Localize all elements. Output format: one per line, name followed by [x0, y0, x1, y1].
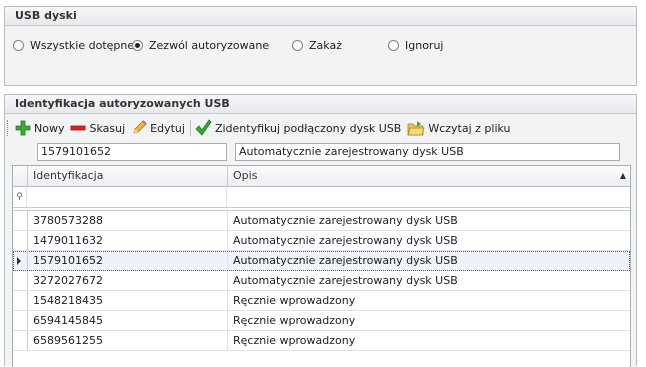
grid-rows: 3780573288 Automatycznie zarejestrowany d…: [13, 211, 630, 351]
table-row[interactable]: 1548218435 Ręcznie wprowadzony: [13, 291, 630, 311]
row-indicator[interactable]: [13, 211, 28, 230]
row-indicator[interactable]: [13, 231, 28, 250]
column-header-description-label: Opis: [233, 169, 258, 182]
cell-identification[interactable]: 6594145845: [28, 311, 228, 330]
table-row[interactable]: 3780573288 Automatycznie zarejestrowany d…: [13, 211, 630, 231]
cell-description[interactable]: Ręcznie wprowadzony: [228, 291, 630, 310]
checkmark-icon: [194, 119, 212, 137]
identify-usb-button[interactable]: Zidentyfikuj podłączony dysk USB: [194, 118, 401, 138]
table-row[interactable]: 6589561255 Ręcznie wprowadzony: [13, 331, 630, 351]
cell-identification[interactable]: 1579101652: [28, 251, 228, 270]
cell-description[interactable]: Automatycznie zarejestrowany dysk USB: [228, 231, 630, 250]
filter-cell-description[interactable]: [227, 187, 630, 207]
description-edit-field[interactable]: Automatycznie zarejestrowany dysk USB: [235, 143, 620, 161]
radio-all-available[interactable]: Wszystkie dotępne: [13, 39, 134, 52]
radio-circle-checked: [132, 40, 143, 51]
row-indicator[interactable]: [13, 291, 28, 310]
filter-icon: ⚲: [13, 187, 27, 207]
radio-label: Zezwól autoryzowane: [149, 39, 270, 52]
load-from-file-button[interactable]: Wczytaj z pliku: [407, 118, 511, 138]
load-from-file-label: Wczytaj z pliku: [428, 121, 511, 135]
row-indicator[interactable]: [13, 271, 28, 290]
authorized-usb-title: Identyfikacja autoryzowanych USB: [5, 95, 636, 114]
id-edit-field[interactable]: 1579101652: [37, 143, 227, 161]
new-button[interactable]: Nowy: [15, 118, 64, 138]
authorized-usb-panel: Identyfikacja autoryzowanych USB Nowy Sk…: [4, 94, 637, 367]
radio-ignore[interactable]: Ignoruj: [388, 39, 443, 52]
cell-description[interactable]: Automatycznie zarejestrowany dysk USB: [228, 211, 630, 230]
usb-disks-title: USB dyski: [5, 7, 636, 26]
folder-open-icon: [407, 119, 425, 137]
filter-cell-identification[interactable]: [27, 187, 227, 207]
edit-label: Edytuj: [150, 121, 185, 135]
column-header-description[interactable]: Opis ▲: [228, 166, 630, 186]
table-row[interactable]: 6594145845 Ręcznie wprowadzony: [13, 311, 630, 331]
sort-ascending-icon: ▲: [619, 171, 626, 180]
radio-label: Ignoruj: [405, 39, 444, 52]
new-label: Nowy: [34, 121, 65, 135]
radio-block[interactable]: Zakaż: [292, 39, 342, 52]
usb-disks-panel: USB dyski Wszystkie dotępne Zezwól autor…: [4, 6, 637, 86]
cell-identification[interactable]: 6589561255: [28, 331, 228, 350]
radio-allow-authorized[interactable]: Zezwól autoryzowane: [132, 39, 269, 52]
usb-policy-radio-group: Wszystkie dotępne Zezwól autoryzowane Za…: [5, 39, 636, 57]
identify-usb-label: Zidentyfikuj podłączony dysk USB: [214, 121, 402, 135]
pencil-icon: [131, 120, 147, 136]
cell-description[interactable]: Ręcznie wprowadzony: [228, 311, 630, 330]
radio-circle: [388, 40, 399, 51]
table-row[interactable]: 1579101652 Automatycznie zarejestrowany d…: [13, 251, 630, 271]
cell-description[interactable]: Automatycznie zarejestrowany dysk USB: [228, 251, 630, 270]
radio-circle: [292, 40, 303, 51]
table-row[interactable]: 1479011632 Automatycznie zarejestrowany d…: [13, 231, 630, 251]
edit-button[interactable]: Edytuj: [131, 118, 185, 138]
row-indicator[interactable]: [13, 311, 28, 330]
header-indicator-cell: [13, 166, 28, 186]
toolbar: Nowy Skasuj Edytuj Zidentyfikuj podłączo…: [7, 117, 517, 139]
toolbar-grip[interactable]: [7, 120, 11, 136]
table-row[interactable]: 3272027672 Automatycznie zarejestrowany d…: [13, 271, 630, 291]
radio-circle: [13, 40, 24, 51]
cell-description[interactable]: Ręcznie wprowadzony: [228, 331, 630, 350]
grid-header: Identyfikacja Opis ▲: [13, 166, 630, 187]
plus-icon: [15, 120, 31, 136]
cell-identification[interactable]: 3780573288: [28, 211, 228, 230]
delete-button[interactable]: Skasuj: [70, 118, 125, 138]
cell-identification[interactable]: 1548218435: [28, 291, 228, 310]
cell-description[interactable]: Automatycznie zarejestrowany dysk USB: [228, 271, 630, 290]
row-indicator-arrow-icon[interactable]: [13, 251, 28, 270]
minus-icon: [70, 120, 86, 136]
cell-identification[interactable]: 1479011632: [28, 231, 228, 250]
delete-label: Skasuj: [89, 121, 126, 135]
row-indicator[interactable]: [13, 331, 28, 350]
column-header-identification[interactable]: Identyfikacja: [28, 166, 228, 186]
radio-label: Wszystkie dotępne: [30, 39, 135, 52]
radio-label: Zakaż: [309, 39, 342, 52]
toolbar-separator: [189, 120, 191, 136]
filter-row[interactable]: ⚲: [13, 187, 630, 208]
cell-identification[interactable]: 3272027672: [28, 271, 228, 290]
authorized-usb-grid: Identyfikacja Opis ▲ ⚲ 3780573288 Automat…: [12, 165, 631, 367]
